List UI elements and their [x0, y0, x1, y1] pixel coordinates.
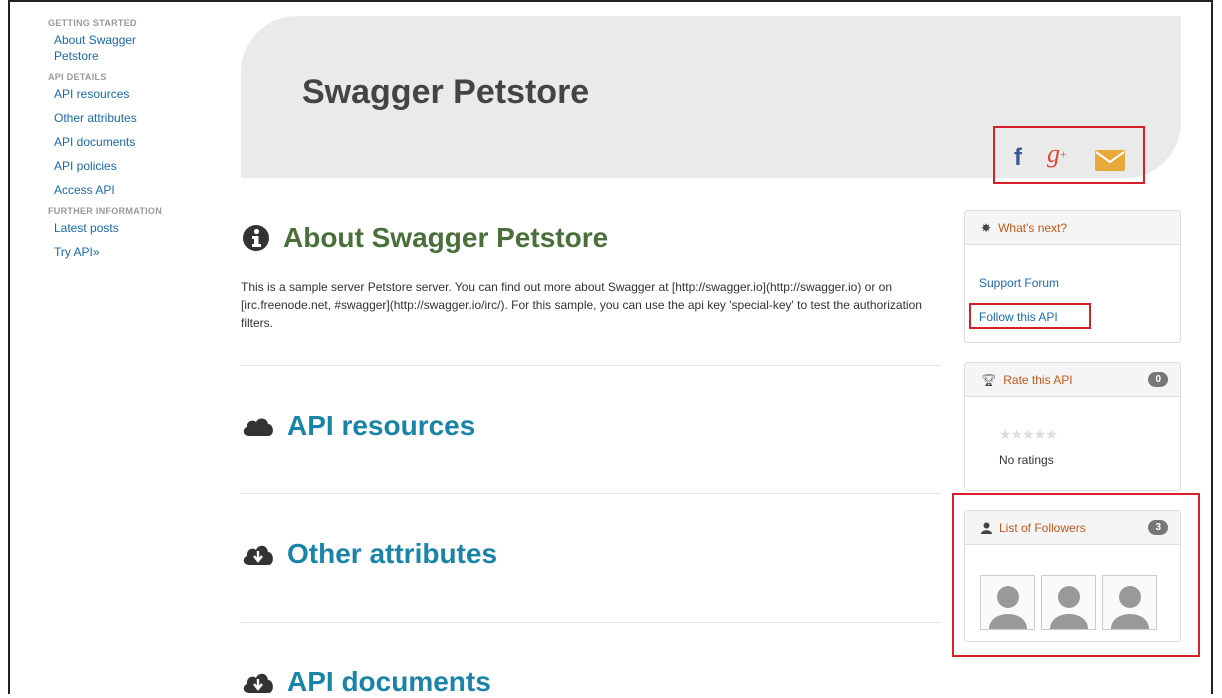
sidebar-item-api-resources[interactable]: API resources — [54, 86, 198, 102]
rate-api-header: 🏆︎ Rate this API 0 — [965, 363, 1180, 397]
info-icon — [243, 225, 269, 251]
cloud-download-icon — [243, 545, 273, 565]
cloud-download-icon — [243, 673, 273, 693]
about-heading: About Swagger Petstore — [241, 222, 608, 254]
followers-panel: List of Followers 3 — [964, 510, 1181, 642]
sidebar-heading: FURTHER INFORMATION — [48, 206, 163, 216]
about-description: This is a sample server Petstore server.… — [241, 280, 922, 330]
rate-api-panel: 🏆︎ Rate this API 0 ★★★★★ No ratings — [964, 362, 1181, 491]
section-divider — [241, 365, 941, 366]
followers-title: List of Followers — [981, 521, 1148, 535]
sidebar-item-latest-posts[interactable]: Latest posts — [54, 220, 198, 236]
star-rating[interactable]: ★★★★★ — [999, 426, 1058, 443]
avatar[interactable] — [980, 575, 1035, 630]
rating-count-badge: 0 — [1148, 372, 1168, 387]
followers-header: List of Followers 3 — [965, 511, 1180, 545]
email-icon-graphic — [1095, 150, 1125, 171]
email-icon[interactable] — [1095, 150, 1125, 171]
follow-api-highlight — [969, 303, 1091, 329]
sidebar-group-getting-started: GETTING STARTED About Swagger Petstore — [48, 18, 198, 64]
about-heading-text: About Swagger Petstore — [283, 222, 609, 253]
api-documents-heading-text: API documents — [287, 666, 491, 697]
google-plus-sup: + — [1060, 146, 1067, 161]
followers-title-text: List of Followers — [999, 520, 1086, 535]
sidebar-group-api-details: API DETAILS API resources Other attribut… — [48, 72, 198, 198]
sidebar-item-api-documents[interactable]: API documents — [54, 134, 198, 150]
other-attributes-heading[interactable]: Other attributes — [241, 538, 497, 570]
avatar-placeholder-icon — [1049, 586, 1088, 629]
support-forum-link[interactable]: Support Forum — [979, 276, 1059, 290]
trophy-icon: 🏆︎ — [981, 372, 997, 387]
api-resources-heading[interactable]: API resources — [241, 410, 475, 442]
cog-icon: ✸ — [981, 220, 992, 235]
no-ratings-text: No ratings — [999, 453, 1054, 467]
sidebar-heading: API DETAILS — [48, 72, 107, 82]
api-documents-heading[interactable]: API documents — [241, 666, 491, 698]
whats-next-title-text: What's next? — [998, 220, 1068, 235]
api-resources-heading-text: API resources — [287, 410, 476, 441]
rate-api-title-text: Rate this API — [1003, 372, 1073, 387]
sidebar-group-further-information: FURTHER INFORMATION Latest posts Try API… — [48, 206, 198, 260]
section-divider — [241, 493, 941, 494]
sidebar-nav: GETTING STARTED About Swagger Petstore A… — [48, 16, 198, 268]
other-attributes-heading-text: Other attributes — [287, 538, 498, 569]
avatar[interactable] — [1041, 575, 1096, 630]
followers-count-badge: 3 — [1148, 520, 1168, 535]
followers-list — [980, 575, 1157, 630]
whats-next-title: ✸ What's next? — [981, 221, 1168, 235]
sidebar-item-access-api[interactable]: Access API — [54, 182, 198, 198]
user-icon — [981, 522, 992, 534]
page-title: Swagger Petstore — [302, 73, 590, 111]
avatar-placeholder-icon — [988, 586, 1027, 629]
section-divider — [241, 622, 941, 623]
window-border-top — [8, 0, 1213, 2]
sidebar-item-api-policies[interactable]: API policies — [54, 158, 198, 174]
window-border-right — [1211, 0, 1213, 694]
avatar-placeholder-icon — [1110, 586, 1149, 629]
facebook-icon[interactable]: f — [1014, 144, 1022, 172]
rate-api-title: 🏆︎ Rate this API — [981, 373, 1148, 387]
whats-next-header: ✸ What's next? — [965, 211, 1180, 245]
sidebar-item-about[interactable]: About Swagger Petstore — [54, 32, 174, 64]
window-border-left — [8, 0, 10, 694]
cloud-icon — [243, 418, 273, 436]
sidebar-item-other-attributes[interactable]: Other attributes — [54, 110, 198, 126]
google-plus-glyph: g — [1047, 139, 1060, 168]
sidebar-item-try-api[interactable]: Try API» — [54, 244, 198, 260]
avatar[interactable] — [1102, 575, 1157, 630]
google-plus-icon[interactable]: g + — [1047, 139, 1067, 169]
sidebar-heading: GETTING STARTED — [48, 18, 137, 28]
